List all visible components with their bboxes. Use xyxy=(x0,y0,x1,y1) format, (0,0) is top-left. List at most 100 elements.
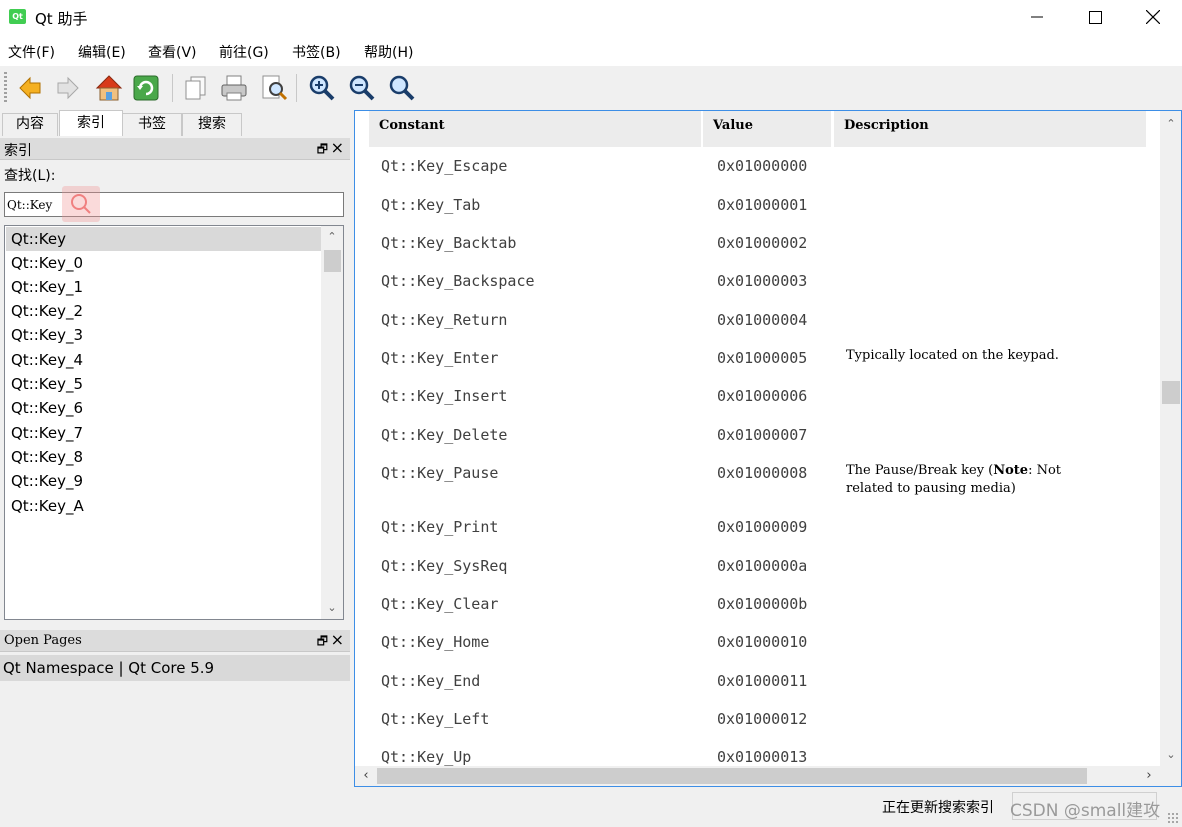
maximize-button[interactable] xyxy=(1066,0,1124,34)
title-bar: Qt Qt 助手 xyxy=(0,0,1182,34)
menu-go[interactable]: 前往(G) xyxy=(219,42,269,62)
index-search-field[interactable] xyxy=(7,195,337,214)
zoom-in-icon xyxy=(309,75,335,101)
list-item[interactable]: Qt::Key_7 xyxy=(6,421,322,445)
list-item[interactable]: Qt::Key_3 xyxy=(6,323,322,347)
column-header-constant: Constant xyxy=(369,111,701,147)
open-pages-title: Open Pages xyxy=(4,633,82,648)
column-header-description: Description xyxy=(834,111,1146,147)
find-icon xyxy=(262,75,288,101)
search-highlight xyxy=(62,186,100,222)
scroll-down-icon[interactable]: ⌄ xyxy=(1160,744,1181,766)
toolbar xyxy=(0,66,1182,110)
close-icon xyxy=(1146,10,1160,24)
scroll-corner xyxy=(1160,766,1181,786)
minimize-button[interactable] xyxy=(1008,0,1066,34)
minimize-icon xyxy=(1031,16,1043,18)
scroll-thumb[interactable] xyxy=(1162,381,1180,404)
table-cell-constant: Qt::Key_Backtab xyxy=(381,234,517,252)
copy-icon xyxy=(185,76,206,100)
tab-search[interactable]: 搜索 xyxy=(182,113,242,136)
tab-contents[interactable]: 内容 xyxy=(2,113,58,136)
zoom-reset-button[interactable] xyxy=(386,72,418,104)
list-item[interactable]: Qt::Key_9 xyxy=(6,469,322,493)
table-cell-constant: Qt::Key_Insert xyxy=(381,387,508,405)
index-list[interactable]: Qt::Key Qt::Key_0 Qt::Key_1 Qt::Key_2 Qt… xyxy=(4,225,344,620)
table-cell-constant: Qt::Key_Return xyxy=(381,311,508,329)
scroll-up-icon[interactable]: ⌃ xyxy=(1160,113,1181,135)
table-cell-value: 0x01000011 xyxy=(717,672,808,690)
table-cell-constant: Qt::Key_Enter xyxy=(381,349,499,367)
scroll-up-icon[interactable]: ⌃ xyxy=(321,226,343,248)
list-item[interactable]: Qt::Key xyxy=(6,227,322,251)
table-cell-constant: Qt::Key_Left xyxy=(381,710,490,728)
menu-bookmarks[interactable]: 书签(B) xyxy=(292,42,341,62)
table-cell-constant: Qt::Key_Escape xyxy=(381,157,508,175)
float-dock-icon[interactable]: 🗗 xyxy=(317,140,328,161)
forward-button[interactable] xyxy=(52,72,84,104)
menu-file[interactable]: 文件(F) xyxy=(8,42,55,62)
table-cell-value: 0x01000001 xyxy=(717,196,808,214)
scroll-down-icon[interactable]: ⌄ xyxy=(321,597,343,619)
zoom-reset-icon xyxy=(389,75,415,101)
table-cell-value: 0x01000003 xyxy=(717,272,808,290)
table-cell-value: 0x0100000a xyxy=(717,557,808,575)
table-cell-constant: Qt::Key_Tab xyxy=(381,196,481,214)
list-item[interactable]: Qt::Key_2 xyxy=(6,299,322,323)
table-cell-constant: Qt::Key_Home xyxy=(381,633,490,651)
note-emphasis: Note xyxy=(993,463,1029,478)
close-window-button[interactable] xyxy=(1124,0,1182,34)
zoom-in-button[interactable] xyxy=(306,72,338,104)
list-item[interactable]: Qt::Key_4 xyxy=(6,348,322,372)
table-cell-value: 0x01000004 xyxy=(717,311,808,329)
table-cell-value: 0x01000013 xyxy=(717,748,808,766)
menu-edit[interactable]: 编辑(E) xyxy=(78,42,126,62)
scroll-left-icon[interactable]: ‹ xyxy=(355,766,377,786)
list-item[interactable]: Qt::Key_0 xyxy=(6,251,322,275)
open-pages-dock-title: Open Pages 🗗 × xyxy=(0,630,350,652)
float-dock-icon[interactable]: 🗗 xyxy=(317,632,328,653)
tab-index[interactable]: 索引 xyxy=(59,110,123,136)
table-cell-constant: Qt::Key_End xyxy=(381,672,481,690)
index-dock-title: 索引 🗗 × xyxy=(0,138,350,160)
column-header-value: Value xyxy=(703,111,831,147)
find-button[interactable] xyxy=(258,72,290,104)
index-search-input[interactable] xyxy=(4,192,344,217)
scroll-thumb[interactable] xyxy=(324,250,341,272)
close-dock-icon[interactable]: × xyxy=(331,138,344,157)
copy-button[interactable] xyxy=(180,72,212,104)
close-dock-icon[interactable]: × xyxy=(331,630,344,649)
table-cell-constant: Qt::Key_Pause xyxy=(381,464,499,482)
list-item[interactable]: Qt::Key_1 xyxy=(6,275,322,299)
sidebar-tabs: 内容 索引 书签 搜索 xyxy=(0,110,350,136)
table-cell-value: 0x01000005 xyxy=(717,349,808,367)
menu-view[interactable]: 查看(V) xyxy=(148,42,197,62)
tab-bookmarks[interactable]: 书签 xyxy=(122,113,182,136)
print-button[interactable] xyxy=(218,72,250,104)
resize-grip-icon[interactable] xyxy=(1167,812,1179,824)
toolbar-grip[interactable] xyxy=(4,72,7,104)
list-item[interactable]: Qt::Key_8 xyxy=(6,445,322,469)
status-bar: 正在更新搜索索引 CSDN @small建攻 xyxy=(0,787,1182,827)
content-vertical-scrollbar[interactable]: ⌃ ⌄ xyxy=(1160,111,1181,766)
list-item[interactable]: Qt::Key_A xyxy=(6,494,322,518)
table-cell-value: 0x01000002 xyxy=(717,234,808,252)
list-item[interactable]: Qt::Key_6 xyxy=(6,396,322,420)
content-browser[interactable]: Constant Value Description Qt::Key_Escap… xyxy=(354,110,1182,787)
table-cell-value: 0x0100000b xyxy=(717,595,808,613)
content-horizontal-scrollbar[interactable]: ‹ › xyxy=(355,766,1160,786)
home-button[interactable] xyxy=(93,72,125,104)
open-page-item[interactable]: Qt Namespace | Qt Core 5.9 xyxy=(0,655,350,681)
toolbar-separator xyxy=(296,74,297,102)
sync-button[interactable] xyxy=(130,72,162,104)
zoom-out-button[interactable] xyxy=(346,72,378,104)
scroll-thumb[interactable] xyxy=(377,768,1087,784)
back-button[interactable] xyxy=(14,72,46,104)
table-cell-description: The Pause/Break key (Note: Not related t… xyxy=(846,463,1062,496)
list-item[interactable]: Qt::Key_5 xyxy=(6,372,322,396)
menu-help[interactable]: 帮助(H) xyxy=(364,42,413,62)
toolbar-separator xyxy=(172,74,173,102)
qt-logo-icon: Qt xyxy=(9,9,26,24)
scroll-right-icon[interactable]: › xyxy=(1138,766,1160,786)
index-list-scrollbar[interactable]: ⌃ ⌄ xyxy=(321,226,343,619)
